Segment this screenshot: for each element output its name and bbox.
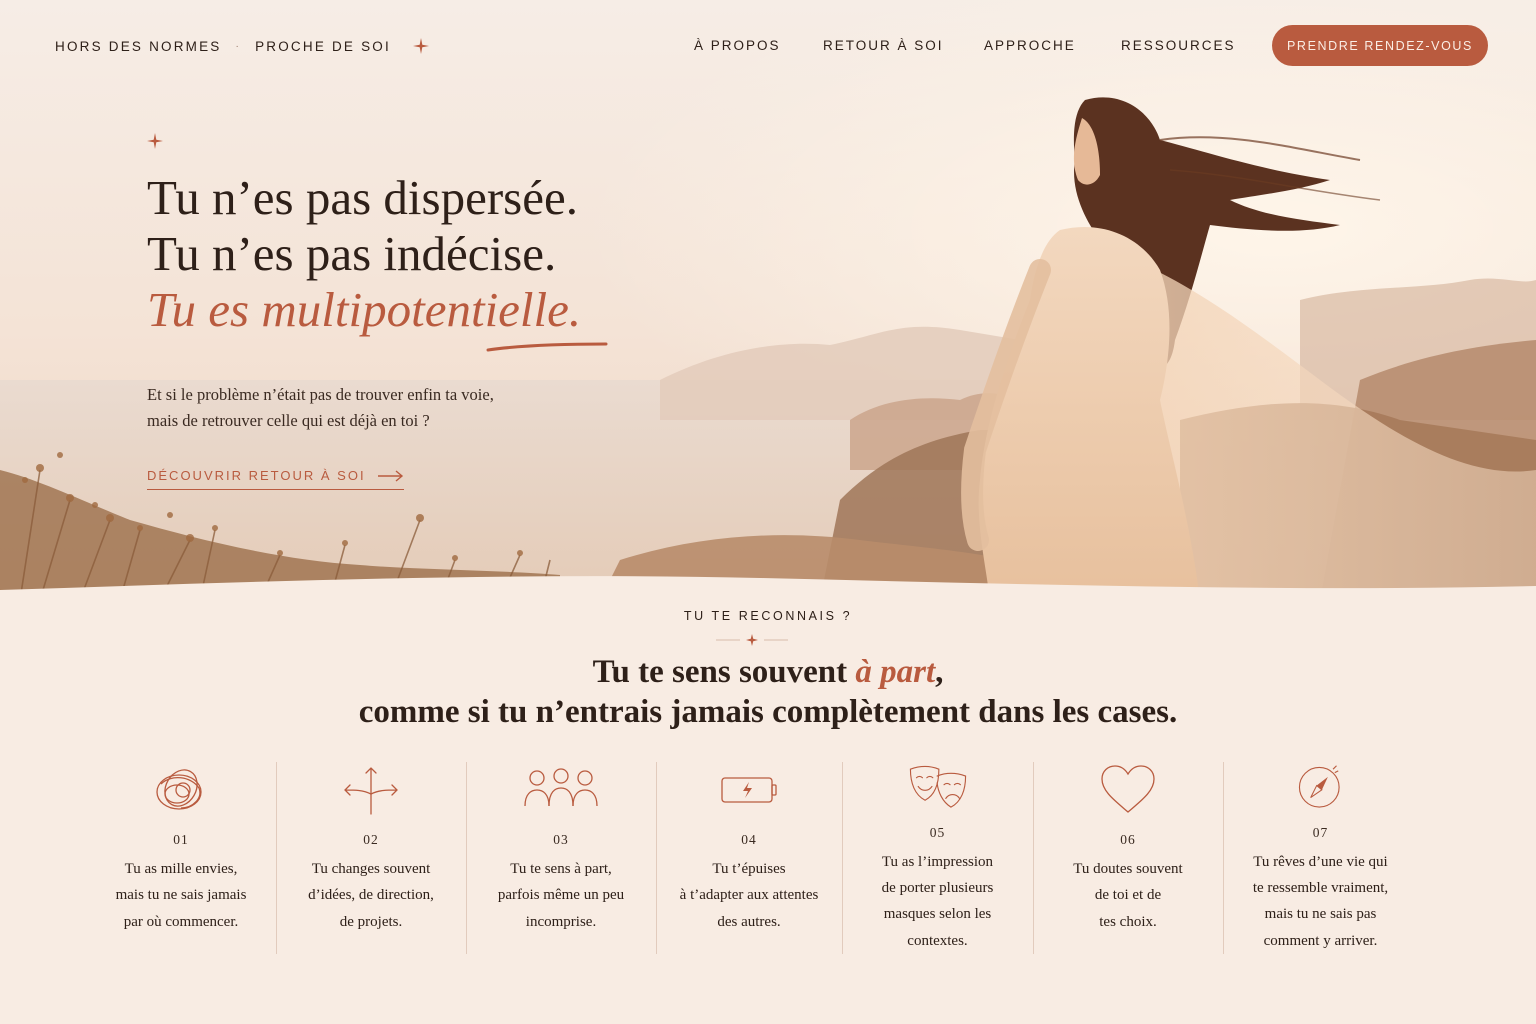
feature-item: 03 Tu te sens à part, parfois même un pe…: [466, 762, 656, 954]
low-battery-icon: [721, 777, 777, 803]
feature-line: Tu changes souvent: [311, 861, 431, 877]
feature-description: Tu as mille envies, mais tu ne sais jama…: [116, 856, 247, 935]
star-divider-icon: [716, 634, 788, 646]
feature-line: de projets.: [339, 913, 403, 930]
feature-item: 07 Tu rêves d’une vie qui te ressemble v…: [1223, 762, 1418, 954]
feature-line: contextes.: [907, 932, 968, 949]
headline-line-2: Tu n’es pas indécise.: [147, 226, 557, 281]
feature-line: de toi et de: [1094, 887, 1162, 904]
sparkle-icon: [412, 38, 429, 54]
section-title-line-2: comme si tu n’entrais jamais complètemen…: [358, 694, 1178, 730]
hero-subtitle: Et si le problème n’était pas de trouver…: [147, 382, 567, 434]
feature-number: 06: [1120, 832, 1136, 847]
tangled-scribble-icon: [156, 769, 202, 810]
features-row: 01 Tu as mille envies, mais tu ne sais j…: [86, 762, 1418, 954]
hero-headline: Tu n’es pas dispersée. Tu n’es pas indéc…: [147, 170, 581, 338]
crossroads-arrows-icon: [344, 767, 398, 815]
discover-link-label: DÉCOUVRIR RETOUR À SOI: [147, 468, 366, 483]
theater-masks-icon: [909, 766, 966, 808]
discover-link[interactable]: DÉCOUVRIR RETOUR À SOI: [147, 468, 404, 490]
feature-number: 02: [363, 832, 379, 847]
feature-item: 01 Tu as mille envies, mais tu ne sais j…: [86, 762, 276, 954]
feature-number: 03: [553, 832, 569, 847]
feature-line: te ressemble vraiment,: [1252, 880, 1389, 897]
feature-description: Tu doutes souvent de toi et de tes choix…: [1073, 856, 1182, 935]
group-of-people-icon: [524, 768, 598, 807]
feature-line: Tu as l’impression: [881, 853, 994, 870]
section-title-accent: à part: [855, 654, 936, 690]
feature-line: parfois même un peu: [497, 887, 625, 904]
feature-description: Tu t’épuises à t’adapter aux attentes de…: [680, 856, 819, 935]
headline-line-1: Tu n’es pas dispersée.: [147, 170, 578, 225]
brand-name-left: HORS DES NORMES: [55, 38, 222, 54]
hero-subtitle-line-1: Et si le problème n’était pas de trouver…: [147, 385, 494, 404]
book-appointment-button[interactable]: PRENDRE RENDEZ-VOUS: [1272, 25, 1488, 66]
feature-description: Tu rêves d’une vie qui te ressemble vrai…: [1253, 849, 1388, 954]
hero-subtitle-line-2: mais de retrouver celle qui est déjà en …: [147, 411, 430, 430]
feature-line: incomprise.: [525, 913, 597, 930]
brush-underline-icon: [486, 342, 608, 352]
section-title-end: ,: [935, 654, 944, 690]
compass-icon: [1298, 765, 1340, 808]
feature-number: 05: [929, 824, 946, 840]
feature-description: Tu as l’impression de porter plusieurs m…: [882, 849, 994, 954]
feature-line: Tu as mille envies,: [124, 861, 238, 877]
feature-item: 04 Tu t’épuises à t’adapter aux attentes…: [656, 762, 842, 954]
nav-link-ressources[interactable]: RESSOURCES: [1121, 38, 1241, 53]
feature-line: comment y arriver.: [1263, 932, 1378, 949]
sparkle-icon: [147, 133, 163, 149]
section-title: Tu te sens souvent à part, comme si tu n…: [0, 652, 1536, 732]
feature-line: Tu rêves d’une vie qui: [1253, 853, 1388, 870]
brand-logo[interactable]: HORS DES NORMES · PROCHE DE SOI: [55, 38, 429, 54]
feature-number: 04: [741, 832, 757, 847]
feature-item: 05 Tu as l’impression de porter plusieur…: [842, 762, 1033, 954]
feature-description: Tu te sens à part, parfois même un peu i…: [498, 856, 624, 935]
arrow-right-icon: [377, 469, 403, 482]
nav-link-approche[interactable]: APPROCHE: [984, 38, 1121, 53]
feature-number: 07: [1312, 824, 1329, 840]
section-eyebrow: TU TE RECONNAIS ?: [683, 609, 853, 623]
feature-line: des autres.: [717, 913, 781, 930]
feature-line: mais tu ne sais pas: [1264, 906, 1377, 923]
feature-line: Tu te sens à part,: [510, 861, 612, 877]
feature-line: mais tu ne sais jamais: [115, 887, 247, 904]
feature-item: 06 Tu doutes souvent de toi et de tes ch…: [1033, 762, 1223, 954]
headline-line-3-accent: Tu es multipotentielle.: [147, 282, 582, 337]
feature-line: par où commencer.: [123, 913, 239, 930]
feature-number: 01: [173, 832, 189, 847]
heart-icon: [1101, 765, 1155, 813]
feature-item: 02 Tu changes souvent d’idées, de direct…: [276, 762, 466, 954]
section-title-start: Tu te sens souvent: [592, 654, 856, 690]
feature-line: de porter plusieurs: [881, 880, 994, 897]
feature-line: d’idées, de direction,: [308, 887, 434, 904]
section-title-line-1: Tu te sens souvent à part,: [0, 652, 1536, 692]
main-navigation: À PROPOS RETOUR À SOI APPROCHE RESSOURCE…: [694, 38, 1241, 53]
feature-line: tes choix.: [1099, 913, 1157, 930]
brand-name-right: PROCHE DE SOI: [255, 38, 391, 54]
nav-link-a-propos[interactable]: À PROPOS: [694, 38, 823, 53]
brand-separator: ·: [235, 40, 242, 52]
feature-line: Tu t’épuises: [712, 861, 786, 877]
feature-description: Tu changes souvent d’idées, de direction…: [308, 856, 434, 935]
feature-line: à t’adapter aux attentes: [679, 887, 819, 904]
feature-line: Tu doutes souvent: [1073, 861, 1183, 877]
feature-line: masques selon les: [883, 906, 992, 923]
nav-link-retour-a-soi[interactable]: RETOUR À SOI: [823, 38, 984, 53]
